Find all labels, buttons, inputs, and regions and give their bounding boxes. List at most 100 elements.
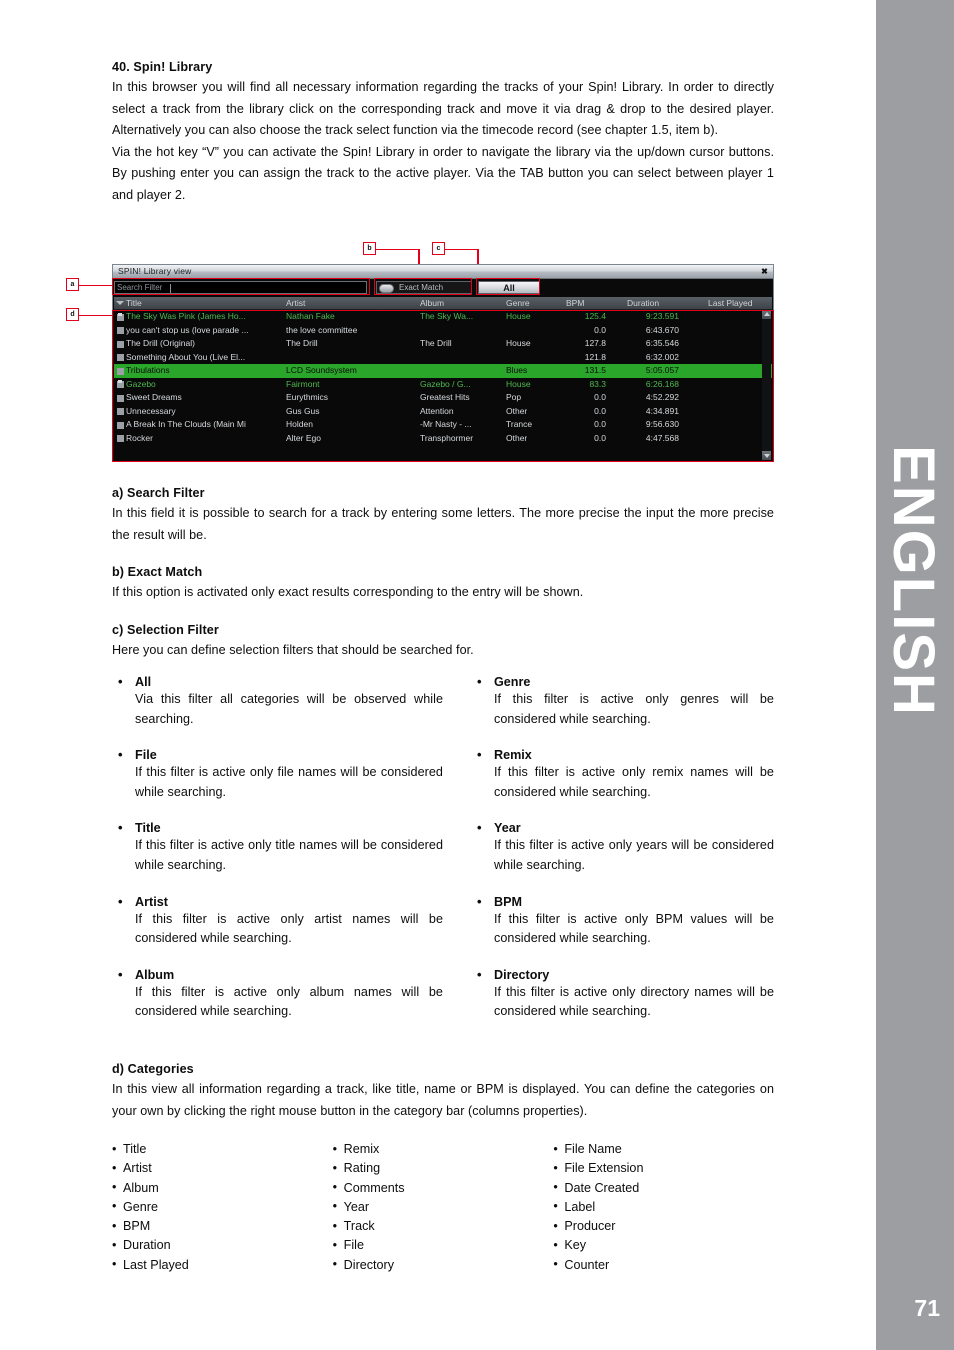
- section-heading: b) Exact Match: [112, 565, 203, 579]
- filter-item: Directory If this filter is active only d…: [471, 967, 774, 1022]
- category-item: Title: [112, 1139, 333, 1159]
- window-title: SPIN! Library view: [118, 266, 192, 276]
- category-item: Rating: [333, 1159, 554, 1179]
- intro-section: 40. Spin! Library In this browser you wi…: [112, 60, 774, 206]
- highlight-all-button: [476, 278, 540, 295]
- filter-item-name: Remix: [471, 747, 774, 762]
- filter-item-name: Year: [471, 820, 774, 835]
- callout-line-c-h: [445, 248, 479, 251]
- section-text: Here you can define selection filters th…: [112, 642, 474, 657]
- highlight-categories-table: [112, 310, 774, 462]
- filter-item-description: If this filter is active only years will…: [494, 838, 774, 872]
- language-sidebar: ENGLISH 71: [876, 0, 954, 1350]
- filter-item-description: If this filter is active only file names…: [135, 765, 443, 799]
- filter-item-description: If this filter is active only remix name…: [494, 765, 774, 799]
- callout-marker-d: d: [66, 308, 79, 321]
- filter-item-description: If this filter is active only directory …: [494, 984, 774, 1019]
- callout-marker-c: c: [432, 242, 445, 255]
- category-item: File: [333, 1236, 554, 1256]
- category-item: Comments: [333, 1178, 554, 1198]
- filter-item-description: If this filter is active only BPM values…: [494, 911, 774, 946]
- category-item: File Extension: [553, 1159, 774, 1179]
- category-item: Last Played: [112, 1255, 333, 1275]
- column-header[interactable]: Title: [126, 297, 142, 310]
- filter-item: All Via this filter all categories will b…: [112, 674, 443, 729]
- section-heading: a) Search Filter: [112, 486, 205, 500]
- filter-explanations: a) Search Filter In this field it is pos…: [112, 486, 774, 680]
- category-item: Track: [333, 1217, 554, 1237]
- filter-item: Title If this filter is active only title…: [112, 820, 443, 875]
- column-header[interactable]: Artist: [286, 297, 305, 310]
- category-item: BPM: [112, 1217, 333, 1237]
- category-item: Genre: [112, 1197, 333, 1217]
- filter-item-description: If this filter is active only genres wil…: [494, 692, 774, 726]
- filter-item: BPM If this filter is active only BPM val…: [471, 894, 774, 949]
- filter-item: File If this filter is active only file n…: [112, 747, 443, 802]
- callout-marker-b: b: [363, 242, 376, 255]
- column-header[interactable]: Last Played: [708, 297, 752, 310]
- filter-column-left: All Via this filter all categories will b…: [112, 674, 443, 1041]
- section-heading: d) Categories: [112, 1062, 194, 1076]
- highlight-search-filter: [112, 278, 370, 295]
- column-header[interactable]: Duration: [627, 297, 659, 310]
- callout-marker-a: a: [66, 278, 79, 291]
- filter-item-name: All: [112, 674, 443, 689]
- column-header[interactable]: Album: [420, 297, 444, 310]
- spin-library-figure: a d b c SPIN! Library view ✖ Search Filt…: [66, 240, 790, 465]
- language-label: ENGLISH: [881, 445, 946, 717]
- page-title: 40. Spin! Library: [112, 60, 213, 74]
- category-item: Album: [112, 1178, 333, 1198]
- category-item: Remix: [333, 1139, 554, 1159]
- section-text: In this view all information regarding a…: [112, 1082, 774, 1118]
- filter-item-name: File: [112, 747, 443, 762]
- filter-item-name: Album: [112, 967, 443, 982]
- page-number: 71: [914, 1295, 940, 1321]
- category-item: Key: [553, 1236, 774, 1256]
- intro-paragraph-2: Via the hot key “V” you can activate the…: [112, 144, 774, 202]
- category-item: Counter: [553, 1255, 774, 1275]
- category-item: Producer: [553, 1217, 774, 1237]
- filter-item-description: Via this filter all categories will be o…: [135, 692, 443, 726]
- categories-columns: TitleArtistAlbumGenreBPMDurationLast Pla…: [112, 1139, 774, 1275]
- section-text: In this field it is possible to search f…: [112, 506, 774, 542]
- category-item: Label: [553, 1197, 774, 1217]
- column-header[interactable]: BPM: [566, 297, 584, 310]
- filter-item-name: Directory: [471, 967, 774, 982]
- filter-item: Genre If this filter is active only genre…: [471, 674, 774, 729]
- filter-item-name: Title: [112, 820, 443, 835]
- filter-item: Artist If this filter is active only arti…: [112, 894, 443, 949]
- category-item: Date Created: [553, 1178, 774, 1198]
- category-item: File Name: [553, 1139, 774, 1159]
- filter-item-name: Genre: [471, 674, 774, 689]
- filter-item: Year If this filter is active only years …: [471, 820, 774, 875]
- filter-item: Remix If this filter is active only remix…: [471, 747, 774, 802]
- category-item: Year: [333, 1197, 554, 1217]
- section-search-filter: a) Search Filter In this field it is pos…: [112, 486, 774, 546]
- section-heading: c) Selection Filter: [112, 622, 219, 637]
- callout-line-b-h: [376, 248, 420, 251]
- category-item: Directory: [333, 1255, 554, 1275]
- filter-item-name: Artist: [112, 894, 443, 909]
- table-header[interactable]: Title Artist Album Genre BPM Duration Last Pla…: [114, 297, 772, 310]
- category-item: Artist: [112, 1159, 333, 1179]
- selection-filter-list: All Via this filter all categories will b…: [112, 674, 774, 1041]
- column-header[interactable]: Genre: [506, 297, 530, 310]
- filter-column-right: Genre If this filter is active only genre…: [443, 674, 774, 1041]
- callout-line-a: [79, 284, 115, 287]
- category-column: RemixRatingCommentsYearTrackFileDirector…: [333, 1139, 554, 1275]
- close-icon[interactable]: ✖: [759, 266, 770, 277]
- filter-item: Album If this filter is active only album…: [112, 967, 443, 1022]
- sort-descending-icon[interactable]: [116, 301, 124, 305]
- window-titlebar[interactable]: SPIN! Library view ✖: [113, 265, 773, 279]
- filter-item-description: If this filter is active only album name…: [135, 984, 443, 1019]
- filter-item-name: BPM: [471, 894, 774, 909]
- category-item: Duration: [112, 1236, 333, 1256]
- filter-item-description: If this filter is active only title name…: [135, 838, 443, 872]
- section-text: If this option is activated only exact r…: [112, 585, 584, 599]
- section-selection-filter: c) Selection Filter Here you can define …: [112, 623, 774, 662]
- category-column: TitleArtistAlbumGenreBPMDurationLast Pla…: [112, 1139, 333, 1275]
- filter-item-description: If this filter is active only artist nam…: [135, 911, 443, 946]
- categories-section: d) Categories In this view all informati…: [112, 1062, 774, 1122]
- intro-paragraph-1: In this browser you will find all necess…: [112, 80, 774, 137]
- section-exact-match: b) Exact Match If this option is activat…: [112, 565, 774, 604]
